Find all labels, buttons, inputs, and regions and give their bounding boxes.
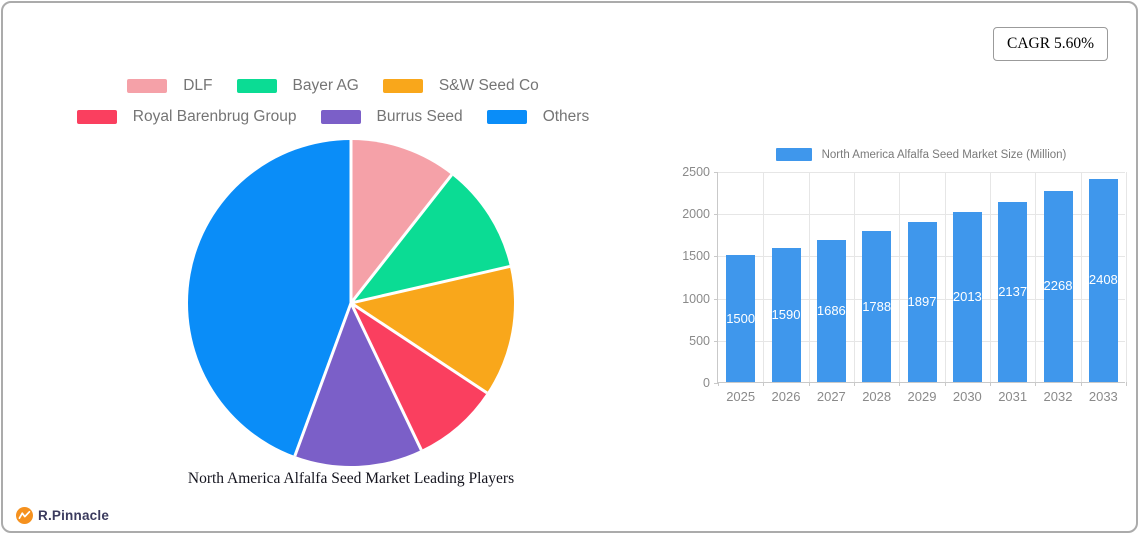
- bar-legend-label: North America Alfalfa Seed Market Size (…: [821, 148, 1067, 161]
- bar-value-label: 1590: [771, 306, 801, 322]
- bar-2031[interactable]: 2137: [998, 201, 1028, 382]
- pie-svg: [188, 140, 514, 466]
- bar-value-label: 2137: [998, 283, 1028, 299]
- legend-item-bayer-ag[interactable]: Bayer AG: [236, 77, 359, 95]
- axis-tick: [990, 382, 991, 386]
- bar-2025[interactable]: 1500: [726, 255, 756, 382]
- bar-2032[interactable]: 2268: [1043, 190, 1073, 382]
- x-axis-label: 2029: [907, 389, 937, 404]
- bar-2028[interactable]: 1788: [862, 231, 892, 382]
- axis-tick: [899, 382, 901, 386]
- axis-tick: [1080, 382, 1082, 386]
- gridline: [899, 172, 901, 382]
- axis-tick: [808, 382, 810, 386]
- pie-chart: [186, 138, 516, 468]
- bar-value-label: 1788: [862, 298, 892, 314]
- legend-swatch-icon: [486, 110, 527, 124]
- y-axis-label: 1500: [682, 249, 710, 264]
- y-axis-label: 500: [689, 333, 710, 348]
- brand-name: R.Pinnacle: [38, 508, 110, 523]
- bar-2029[interactable]: 1897: [907, 221, 937, 382]
- axis-tick: [763, 382, 765, 386]
- x-axis-label: 2032: [1043, 389, 1073, 404]
- x-axis-label: 2033: [1088, 389, 1118, 404]
- y-axis-label: 0: [703, 376, 710, 390]
- report-card: CAGR 5.60% DLF Bayer AG S&W Seed Co Royal B…: [1, 1, 1138, 533]
- gridline: [1035, 172, 1037, 382]
- brand-logo[interactable]: R.Pinnacle: [16, 507, 109, 524]
- bar-legend[interactable]: North America Alfalfa Seed Market Size (…: [717, 148, 1125, 161]
- gridline: [763, 172, 765, 382]
- bar-plot-area: 0 500 1000 1500 2000 2500 1500 2025 1590 2026 1686…: [682, 165, 1127, 404]
- legend-swatch-icon: [127, 79, 168, 93]
- legend-swatch-icon: [76, 110, 117, 124]
- axis-tick: [854, 382, 855, 386]
- bar-2027[interactable]: 1686: [816, 239, 846, 382]
- gridline: [718, 172, 1125, 173]
- legend-item-label: S&W Seed Co: [438, 77, 539, 94]
- x-axis-label: 2027: [816, 389, 846, 404]
- legend-item-label: DLF: [183, 77, 213, 94]
- bar-2033[interactable]: 2408: [1088, 178, 1118, 382]
- bar-value-label: 2408: [1088, 272, 1118, 288]
- pie-chart-section: DLF Bayer AG S&W Seed Co Royal Barenbrug Gr…: [3, 3, 663, 531]
- legend-item-s-w-seed-co[interactable]: S&W Seed Co: [382, 77, 539, 95]
- legend-item-others[interactable]: Others: [486, 108, 590, 126]
- axis-tick: [714, 214, 718, 216]
- axis-tick: [714, 298, 718, 300]
- axis-tick: [714, 340, 718, 342]
- cagr-badge: CAGR 5.60%: [993, 27, 1108, 61]
- legend-item-dlf[interactable]: DLF: [127, 77, 213, 95]
- axis-tick: [1035, 382, 1037, 386]
- x-axis-label: 2025: [726, 389, 756, 404]
- bar-value-label: 2268: [1043, 278, 1073, 294]
- bar-2030[interactable]: 2013: [952, 212, 982, 382]
- gridline: [944, 172, 946, 382]
- axis-tick: [714, 172, 718, 173]
- gridline: [1126, 172, 1127, 382]
- legend-swatch-icon: [320, 110, 361, 124]
- axis-tick: [944, 382, 946, 386]
- x-axis-label: 2030: [952, 389, 982, 404]
- legend-swatch-icon: [236, 79, 277, 93]
- bar-value-label: 1500: [726, 310, 756, 326]
- x-axis-label: 2031: [998, 389, 1028, 404]
- pie-legend: DLF Bayer AG S&W Seed Co Royal Barenbrug Gr…: [33, 77, 633, 126]
- gridline: [854, 172, 855, 382]
- x-axis-label: 2026: [771, 389, 801, 404]
- legend-item-burrus-seed[interactable]: Burrus Seed: [320, 108, 463, 126]
- axis-tick: [718, 382, 719, 386]
- bar-chart-section: North America Alfalfa Seed Market Size (…: [682, 143, 1136, 423]
- bar-2026[interactable]: 1590: [771, 247, 801, 382]
- axis-tick: [1126, 382, 1127, 386]
- bar-value-label: 1897: [907, 293, 937, 309]
- axis-tick: [714, 256, 718, 258]
- y-axis-label: 2500: [682, 165, 710, 179]
- bar-value-label: 1686: [816, 302, 846, 318]
- legend-item-label: Others: [542, 108, 590, 125]
- legend-item-label: Bayer AG: [292, 77, 359, 94]
- gridline: [990, 172, 991, 382]
- legend-item-label: Royal Barenbrug Group: [132, 108, 297, 125]
- bar-value-label: 2013: [952, 289, 982, 305]
- legend-item-label: Burrus Seed: [376, 108, 463, 125]
- pie-chart-title: North America Alfalfa Seed Market Leadin…: [187, 470, 515, 487]
- gridline: [808, 172, 810, 382]
- legend-item-royal-barenbrug-group[interactable]: Royal Barenbrug Group: [76, 108, 297, 126]
- x-axis-label: 2028: [862, 389, 892, 404]
- legend-swatch-icon: [382, 79, 423, 93]
- bar-legend-swatch-icon: [775, 148, 812, 161]
- zigzag-chart-icon: [16, 507, 33, 524]
- y-axis-label: 2000: [682, 207, 710, 222]
- y-axis-label: 1000: [682, 291, 710, 306]
